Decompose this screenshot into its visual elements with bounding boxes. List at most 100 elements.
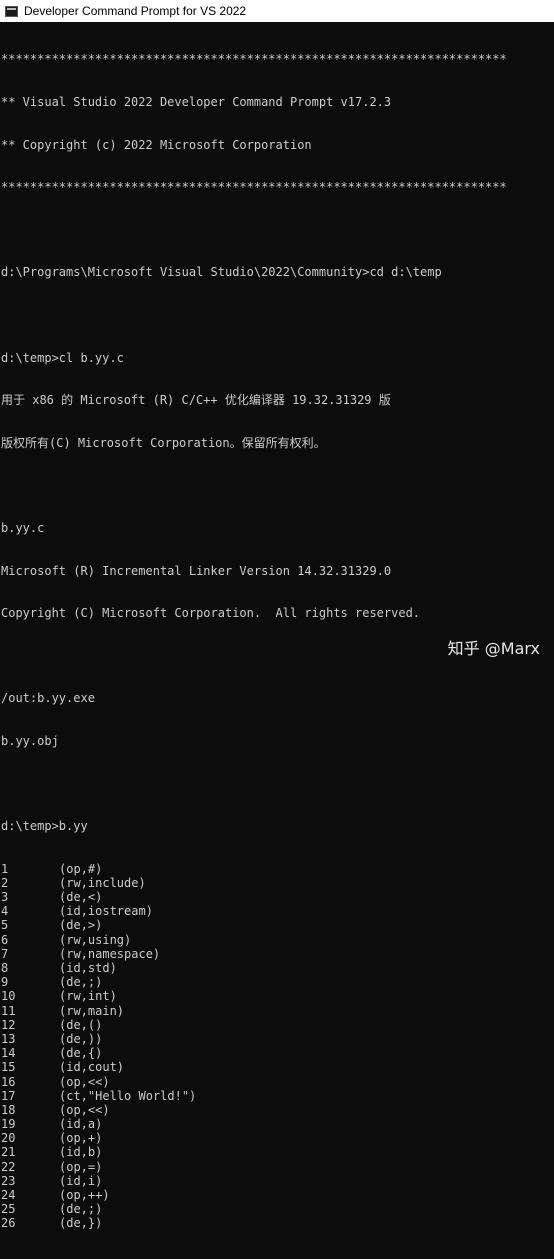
token-row: 15 (id,cout) — [1, 1060, 507, 1074]
token-row: 17 (ct,"Hello World!") — [1, 1089, 507, 1103]
token-index: 13 — [1, 1031, 16, 1046]
token-index: 23 — [1, 1173, 16, 1188]
token-index: 18 — [1, 1102, 16, 1117]
header-line: ****************************************… — [1, 180, 507, 195]
token-index: 6 — [1, 932, 9, 947]
token-value: (de,<) — [59, 890, 103, 905]
linker-banner-line: Microsoft (R) Incremental Linker Version… — [1, 563, 392, 578]
token-index: 9 — [1, 975, 9, 990]
token-index: 22 — [1, 1159, 16, 1174]
token-row: 23 (id,i) — [1, 1174, 507, 1188]
token-row: 6 (rw,using) — [1, 933, 507, 947]
token-value: (id,b) — [59, 1145, 103, 1160]
token-value: (op,+) — [59, 1131, 103, 1146]
token-index: 2 — [1, 875, 9, 890]
compile-file-line: b.yy.c — [1, 520, 45, 535]
token-row: 8 (id,std) — [1, 961, 507, 975]
token-index: 26 — [1, 1216, 16, 1231]
token-value: (op,<<) — [59, 1102, 110, 1117]
console-output[interactable]: ****************************************… — [0, 22, 554, 1230]
token-value: (rw,int) — [59, 989, 117, 1004]
token-row: 18 (op,<<) — [1, 1103, 507, 1117]
token-index: 15 — [1, 1060, 16, 1075]
token-row: 5 (de,>) — [1, 918, 507, 932]
token-value: (rw,using) — [59, 932, 132, 947]
token-row: 20 (op,+) — [1, 1131, 507, 1145]
token-index: 3 — [1, 890, 9, 905]
token-value: (de,{) — [59, 1046, 103, 1061]
token-value: (op,++) — [59, 1188, 110, 1202]
token-value: (rw,namespace) — [59, 946, 161, 961]
window-title: Developer Command Prompt for VS 2022 — [24, 4, 247, 18]
token-row: 24 (op,++) — [1, 1188, 507, 1202]
token-value: (rw,include) — [59, 875, 146, 890]
token-value: (id,iostream) — [59, 904, 153, 919]
token-value: (de,;) — [59, 1202, 103, 1217]
token-row: 10 (rw,int) — [1, 989, 507, 1003]
token-index: 12 — [1, 1017, 16, 1032]
token-value: (de,>) — [59, 918, 103, 933]
token-row: 1 (op,#) — [1, 862, 507, 876]
token-output-list: 1 (op,#) 2 (rw,include) 3 (de,<) 4 (id,iostream… — [1, 862, 507, 1231]
command-line-run: d:\temp>b.yy — [1, 819, 88, 834]
token-index: 10 — [1, 989, 16, 1004]
compiler-banner-line: 版权所有(C) Microsoft Corporation。保留所有权利。 — [1, 435, 326, 450]
token-value: (id,i) — [59, 1173, 103, 1188]
token-value: (id,cout) — [59, 1060, 125, 1075]
token-index: 17 — [1, 1088, 16, 1103]
token-index: 19 — [1, 1117, 16, 1132]
token-row: 26 (de,}) — [1, 1216, 507, 1230]
token-value: (op,=) — [59, 1159, 103, 1174]
watermark: 知乎 @Marx — [447, 639, 540, 658]
token-index: 16 — [1, 1074, 16, 1089]
command-line-cl: d:\temp>cl b.yy.c — [1, 350, 124, 365]
token-value: (de,() — [59, 1017, 103, 1032]
token-value: (rw,main) — [59, 1003, 125, 1018]
window-titlebar[interactable]: Developer Command Prompt for VS 2022 — [0, 0, 554, 23]
token-index: 7 — [1, 946, 9, 961]
token-index: 5 — [1, 918, 9, 933]
token-value: (id,a) — [59, 1117, 103, 1132]
console-lines: ****************************************… — [1, 24, 507, 1259]
header-line: ** Visual Studio 2022 Developer Command … — [1, 95, 392, 109]
token-row: 16 (op,<<) — [1, 1075, 507, 1089]
header-line: ** Copyright (c) 2022 Microsoft Corporat… — [1, 137, 312, 152]
token-index: 14 — [1, 1046, 16, 1061]
token-index: 4 — [1, 904, 9, 919]
token-row: 14 (de,{) — [1, 1046, 507, 1060]
token-index: 20 — [1, 1131, 16, 1146]
token-index: 25 — [1, 1202, 16, 1217]
token-row: 13 (de,)) — [1, 1032, 507, 1046]
token-value: (de,}) — [59, 1216, 103, 1231]
token-index: 21 — [1, 1145, 16, 1160]
link-output-line: b.yy.obj — [1, 733, 59, 748]
token-row: 4 (id,iostream) — [1, 904, 507, 918]
header-line: ****************************************… — [1, 52, 507, 67]
link-output-line: /out:b.yy.exe — [1, 691, 95, 706]
command-line-cd: d:\Programs\Microsoft Visual Studio\2022… — [1, 265, 442, 280]
token-value: (op,<<) — [59, 1074, 110, 1089]
token-index: 11 — [1, 1003, 16, 1018]
token-row: 22 (op,=) — [1, 1160, 507, 1174]
token-row: 12 (de,() — [1, 1018, 507, 1032]
token-row: 3 (de,<) — [1, 890, 507, 904]
console-app-icon — [5, 5, 18, 17]
token-value: (op,#) — [59, 861, 103, 876]
token-index: 8 — [1, 961, 9, 975]
token-row: 2 (rw,include) — [1, 876, 507, 890]
token-row: 25 (de,;) — [1, 1202, 507, 1216]
token-row: 19 (id,a) — [1, 1117, 507, 1131]
token-value: (ct,"Hello World!") — [59, 1088, 197, 1103]
token-row: 21 (id,b) — [1, 1145, 507, 1159]
linker-banner-line: Copyright (C) Microsoft Corporation. All… — [1, 606, 421, 621]
token-value: (de,;) — [59, 975, 103, 990]
token-value: (de,)) — [59, 1031, 103, 1046]
token-row: 9 (de,;) — [1, 975, 507, 989]
token-row: 11 (rw,main) — [1, 1004, 507, 1018]
token-value: (id,std) — [59, 961, 117, 975]
token-index: 24 — [1, 1188, 16, 1202]
